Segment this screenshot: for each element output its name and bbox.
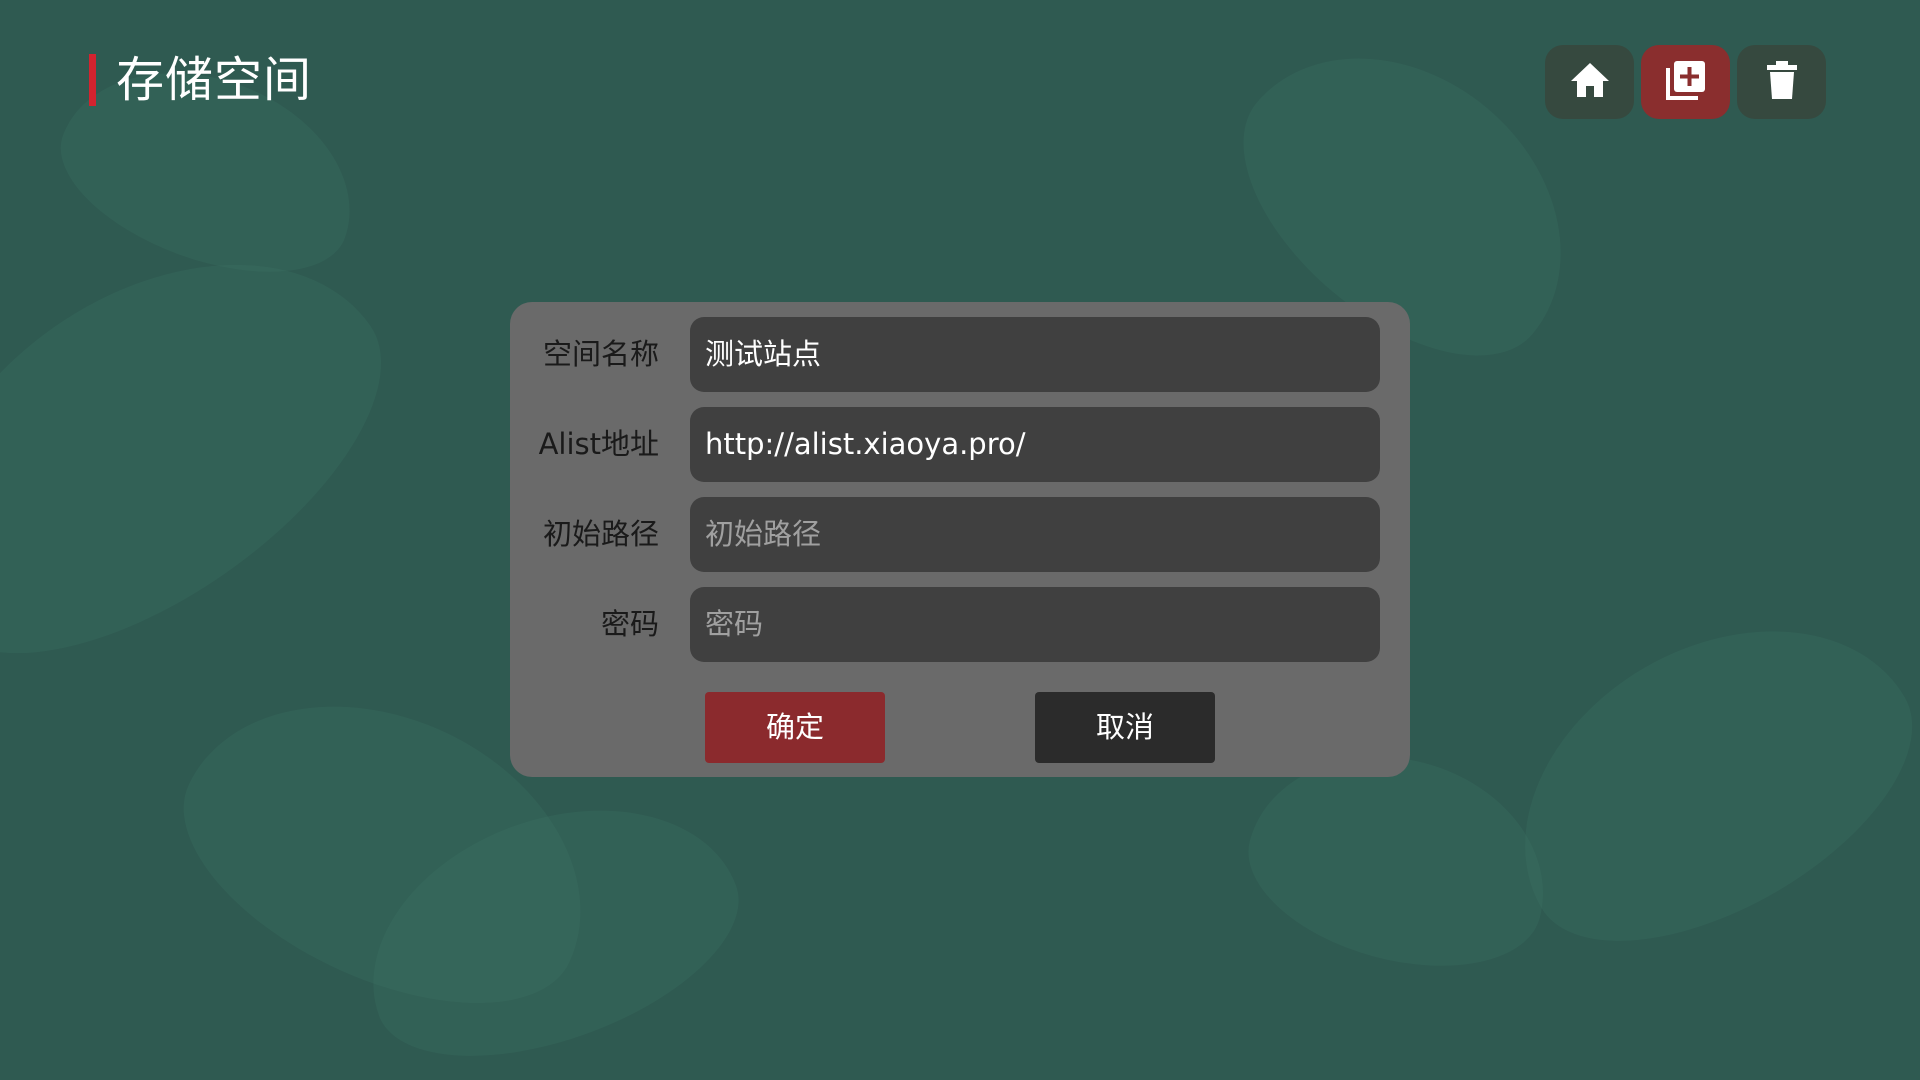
- initial-path-label: 初始路径: [542, 517, 659, 551]
- home-icon: [1569, 60, 1611, 104]
- home-button[interactable]: [1545, 45, 1634, 119]
- title-accent-bar: [89, 54, 96, 106]
- initial-path-input[interactable]: 初始路径: [690, 497, 1380, 572]
- cancel-button[interactable]: 取消: [1035, 692, 1215, 763]
- form-row-initial-path: 初始路径 初始路径: [510, 497, 1410, 572]
- storage-form-dialog: 空间名称 测试站点 Alist地址 http://alist.xiaoya.pr…: [510, 302, 1410, 777]
- add-library-icon: [1664, 58, 1708, 106]
- password-label: 密码: [600, 607, 659, 641]
- confirm-button[interactable]: 确定: [705, 692, 885, 763]
- page-title: 存储空间: [116, 52, 313, 108]
- alist-url-label: Alist地址: [538, 427, 659, 461]
- form-row-alist-url: Alist地址 http://alist.xiaoya.pro/: [510, 407, 1410, 482]
- alist-url-input[interactable]: http://alist.xiaoya.pro/: [690, 407, 1380, 482]
- space-name-label: 空间名称: [542, 337, 659, 371]
- delete-button[interactable]: [1737, 45, 1826, 119]
- form-row-space-name: 空间名称 测试站点: [510, 317, 1410, 392]
- form-row-password: 密码 密码: [510, 587, 1410, 662]
- password-input[interactable]: 密码: [690, 587, 1380, 662]
- add-storage-button[interactable]: [1641, 45, 1730, 119]
- toolbar: [1545, 45, 1826, 119]
- space-name-input[interactable]: 测试站点: [690, 317, 1380, 392]
- trash-icon: [1766, 60, 1798, 104]
- header: 存储空间: [89, 52, 312, 108]
